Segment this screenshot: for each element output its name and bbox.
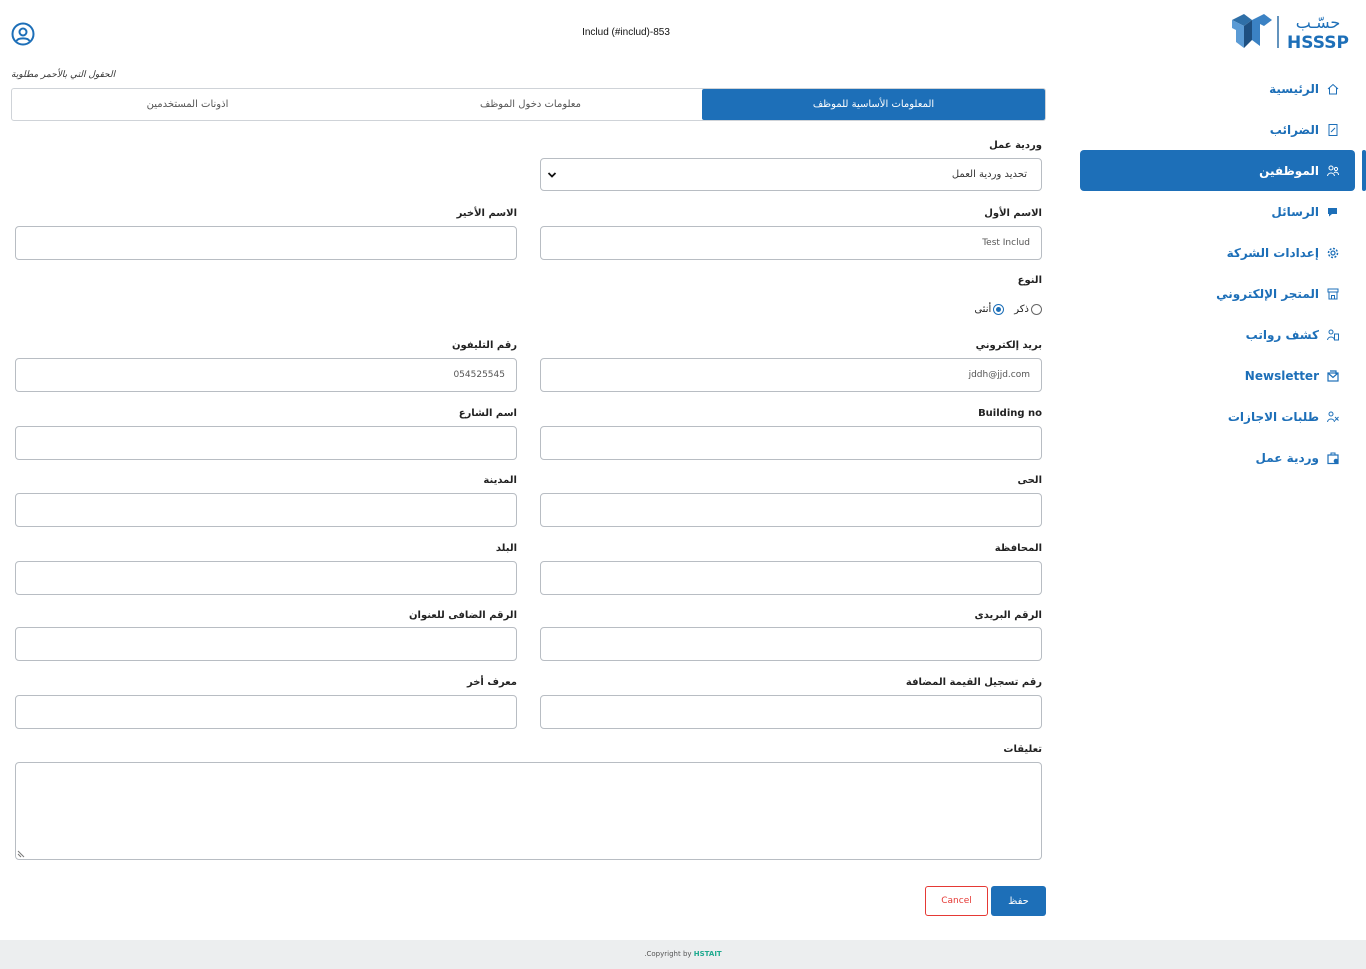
district-label: الحى bbox=[1017, 475, 1042, 486]
sidebar-item-messages[interactable]: الرسائل bbox=[1080, 191, 1366, 232]
phone-label: رقم التليفون bbox=[451, 340, 517, 351]
tab-user-permissions[interactable]: اذونات المستخدمين bbox=[16, 89, 359, 120]
svg-text:حسّـب: حسّـب bbox=[1296, 13, 1341, 32]
user-profile-icon[interactable] bbox=[11, 22, 35, 46]
chevron-down-icon bbox=[547, 172, 557, 178]
svg-text:HSSSP: HSSSP bbox=[1287, 33, 1349, 53]
country-label: البلد bbox=[495, 543, 517, 554]
district-field[interactable] bbox=[540, 493, 1042, 527]
last-name-label: الاسم الأخير bbox=[456, 208, 517, 219]
street-field[interactable] bbox=[15, 426, 517, 460]
comments-textarea[interactable] bbox=[15, 762, 1042, 860]
vat-number-field[interactable] bbox=[540, 695, 1042, 729]
additional-number-label: الرقم الضافى للعنوان bbox=[408, 610, 517, 621]
sidebar-item-label: الموظفين bbox=[1259, 163, 1319, 178]
messages-icon bbox=[1328, 207, 1337, 216]
shift-select[interactable]: تحديد وردية العمل bbox=[540, 158, 1042, 191]
last-name-field[interactable] bbox=[15, 226, 517, 260]
sidebar-item-label: Newsletter bbox=[1244, 368, 1319, 383]
tab-basic-info[interactable]: المعلومات الأساسية للموظف bbox=[702, 89, 1045, 120]
city-field[interactable] bbox=[15, 493, 517, 527]
page-title: Includ (#includ)-853 bbox=[582, 27, 670, 38]
sidebar: الرئيسية الضرائب الموظفين الرسائل إعدادا… bbox=[1080, 68, 1366, 478]
phone-field[interactable]: 054525545 bbox=[15, 358, 517, 392]
postal-code-label: الرقم البريدى bbox=[974, 610, 1042, 621]
sidebar-item-work-shift[interactable]: وردية عمل bbox=[1080, 437, 1366, 478]
sidebar-item-label: الضرائب bbox=[1269, 122, 1319, 137]
sidebar-item-vacation-requests[interactable]: طلبات الاجازات bbox=[1080, 396, 1366, 437]
sidebar-item-company-settings[interactable]: إعدادات الشركة bbox=[1080, 232, 1366, 273]
shift-select-value: تحديد وردية العمل bbox=[951, 169, 1027, 180]
building-no-field[interactable] bbox=[540, 426, 1042, 460]
email-field[interactable]: jddh@jjd.com bbox=[540, 358, 1042, 392]
sidebar-item-label: المتجر الإلكتروني bbox=[1216, 286, 1319, 301]
store-icon bbox=[1327, 288, 1339, 299]
payroll-icon bbox=[1327, 329, 1339, 340]
gender-option-female[interactable]: أنثى bbox=[974, 304, 1005, 315]
sidebar-item-store[interactable]: المتجر الإلكتروني bbox=[1080, 273, 1366, 314]
sidebar-item-home[interactable]: الرئيسية bbox=[1080, 68, 1366, 109]
email-label: بريد إلكتروني bbox=[975, 340, 1042, 351]
copyright-text: Copyright by bbox=[646, 950, 692, 958]
building-no-label: Building no bbox=[978, 408, 1042, 419]
province-label: المحافظة bbox=[994, 543, 1042, 554]
gender-radio-group: ذكر أنثى bbox=[974, 304, 1042, 315]
sidebar-item-taxes[interactable]: الضرائب bbox=[1080, 109, 1366, 150]
employees-icon bbox=[1327, 165, 1339, 176]
country-field[interactable] bbox=[15, 561, 517, 595]
city-label: المدينة bbox=[483, 475, 517, 486]
street-label: اسم الشارع bbox=[458, 408, 517, 419]
gear-icon bbox=[1327, 247, 1339, 258]
first-name-label: الاسم الأول bbox=[984, 208, 1042, 219]
sidebar-item-label: الرئيسية bbox=[1269, 81, 1319, 96]
sidebar-item-newsletter[interactable]: Newsletter bbox=[1080, 355, 1366, 396]
tax-icon bbox=[1328, 123, 1338, 136]
home-icon bbox=[1327, 83, 1339, 94]
gender-radio-female[interactable] bbox=[993, 304, 1005, 315]
vacation-icon bbox=[1327, 411, 1339, 422]
gender-option-label: أنثى bbox=[974, 304, 992, 315]
newsletter-icon bbox=[1327, 369, 1339, 382]
required-fields-note: الحقول التي بالأحمر مطلوبة bbox=[11, 70, 116, 80]
sidebar-item-label: إعدادات الشركة bbox=[1226, 245, 1319, 260]
shift-label: وردية عمل bbox=[989, 140, 1042, 151]
other-id-field[interactable] bbox=[15, 695, 517, 729]
company-logo[interactable]: حسّـب HSSSP bbox=[1230, 10, 1356, 54]
gender-label: النوع bbox=[1017, 275, 1042, 286]
sidebar-item-label: وردية عمل bbox=[1255, 450, 1319, 465]
gender-option-label: ذكر bbox=[1014, 304, 1029, 315]
province-field[interactable] bbox=[540, 561, 1042, 595]
vat-number-label: رقم تسجيل القيمة المضافة bbox=[905, 677, 1042, 688]
gender-option-male[interactable]: ذكر bbox=[1014, 304, 1042, 315]
tab-login-info[interactable]: معلومات دخول الموظف bbox=[359, 89, 702, 120]
sidebar-item-label: كشف رواتب bbox=[1245, 327, 1319, 342]
sidebar-item-payroll[interactable]: كشف رواتب bbox=[1080, 314, 1366, 355]
sidebar-item-employees[interactable]: الموظفين bbox=[1080, 150, 1366, 191]
employee-edit-page: Includ (#includ)-853 حسّـب HSSSP الرئيسي… bbox=[0, 0, 1366, 969]
comments-label: تعليقات bbox=[1003, 744, 1042, 755]
additional-number-field[interactable] bbox=[15, 627, 517, 661]
cancel-button[interactable]: Cancel bbox=[925, 886, 988, 916]
resize-grip-icon[interactable] bbox=[17, 848, 27, 858]
form-tabs: المعلومات الأساسية للموظف معلومات دخول ا… bbox=[11, 88, 1046, 121]
save-button[interactable]: حفظ bbox=[991, 886, 1046, 916]
postal-code-field[interactable] bbox=[540, 627, 1042, 661]
footer: .Copyright by HSTAIT bbox=[0, 940, 1366, 969]
first-name-field[interactable]: Test Includ bbox=[540, 226, 1042, 260]
other-id-label: معرف أخر bbox=[466, 677, 517, 688]
gender-radio-male[interactable] bbox=[1031, 304, 1042, 315]
sidebar-item-label: الرسائل bbox=[1271, 204, 1319, 219]
sidebar-item-label: طلبات الاجازات bbox=[1227, 409, 1319, 424]
shift-icon bbox=[1327, 452, 1339, 464]
footer-brand-link[interactable]: HSTAIT bbox=[694, 950, 722, 958]
